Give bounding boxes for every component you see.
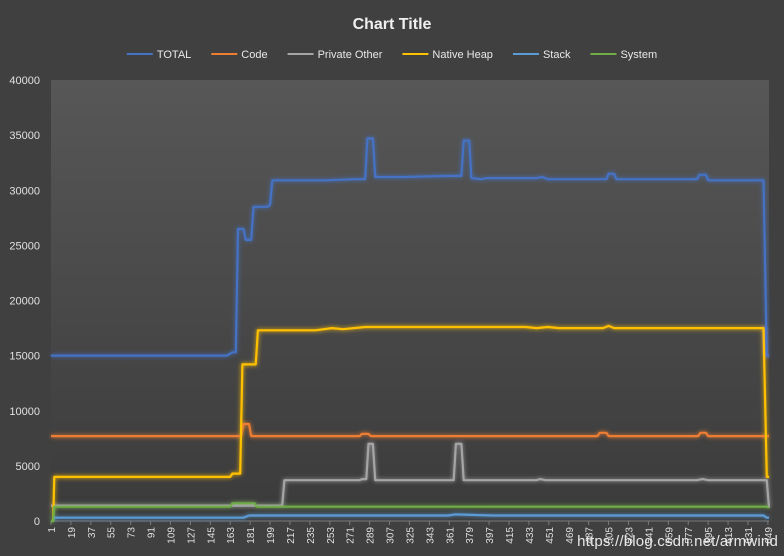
y-tick-label: 40000 bbox=[9, 75, 40, 87]
chart-title: Chart Title bbox=[353, 16, 432, 33]
y-axis: 0 5000 10000 15000 20000 25000 30000 35000 40000 bbox=[9, 75, 40, 528]
y-tick-label: 5000 bbox=[16, 461, 40, 473]
x-tick-label: 19 bbox=[67, 527, 78, 539]
y-tick-label: 15000 bbox=[9, 351, 40, 363]
x-tick-label: 433 bbox=[525, 527, 536, 544]
x-tick-label: 37 bbox=[87, 527, 98, 539]
x-tick-label: 1 bbox=[47, 527, 58, 533]
legend-label: Native Heap bbox=[432, 49, 493, 61]
x-tick-label: 289 bbox=[366, 527, 377, 544]
x-tick-label: 91 bbox=[147, 527, 158, 539]
legend-label: TOTAL bbox=[157, 49, 191, 61]
legend-label: Private Other bbox=[318, 49, 383, 61]
legend-label: System bbox=[620, 49, 657, 61]
x-tick-label: 397 bbox=[485, 527, 496, 544]
x-tick-label: 199 bbox=[266, 527, 277, 544]
x-tick-label: 325 bbox=[405, 527, 416, 544]
y-tick-label: 0 bbox=[34, 516, 40, 528]
y-tick-label: 35000 bbox=[9, 130, 40, 142]
x-tick-label: 343 bbox=[425, 527, 436, 544]
x-tick-label: 415 bbox=[505, 527, 516, 544]
y-tick-label: 10000 bbox=[9, 406, 40, 418]
x-tick-label: 379 bbox=[465, 527, 476, 544]
x-tick-label: 73 bbox=[127, 527, 138, 539]
x-tick-label: 127 bbox=[186, 527, 197, 544]
x-tick-label: 163 bbox=[226, 527, 237, 544]
legend: TOTAL Code Private Other Native Heap Stack Sy… bbox=[126, 49, 657, 61]
x-tick-label: 181 bbox=[246, 527, 257, 544]
x-tick-label: 469 bbox=[565, 527, 576, 544]
x-tick-label: 253 bbox=[326, 527, 337, 544]
x-tick-label: 235 bbox=[306, 527, 317, 544]
x-tick-label: 145 bbox=[206, 527, 217, 544]
legend-label: Stack bbox=[543, 49, 571, 61]
y-tick-label: 20000 bbox=[9, 296, 40, 308]
y-tick-label: 30000 bbox=[9, 185, 40, 197]
x-tick-label: 55 bbox=[107, 527, 118, 539]
x-tick-label: 271 bbox=[346, 527, 357, 544]
x-tick-label: 217 bbox=[286, 527, 297, 544]
y-tick-label: 25000 bbox=[9, 240, 40, 252]
line-chart: Chart Title TOTAL Code Private Other Native… bbox=[9, 16, 774, 544]
x-tick-label: 109 bbox=[166, 527, 177, 544]
legend-label: Code bbox=[241, 49, 267, 61]
watermark-text: https://blog.csdn.net/armwind bbox=[577, 533, 778, 550]
x-tick-label: 451 bbox=[545, 527, 556, 544]
x-tick-label: 361 bbox=[445, 527, 456, 544]
x-tick-label: 307 bbox=[386, 527, 397, 544]
plot-area bbox=[51, 80, 769, 521]
